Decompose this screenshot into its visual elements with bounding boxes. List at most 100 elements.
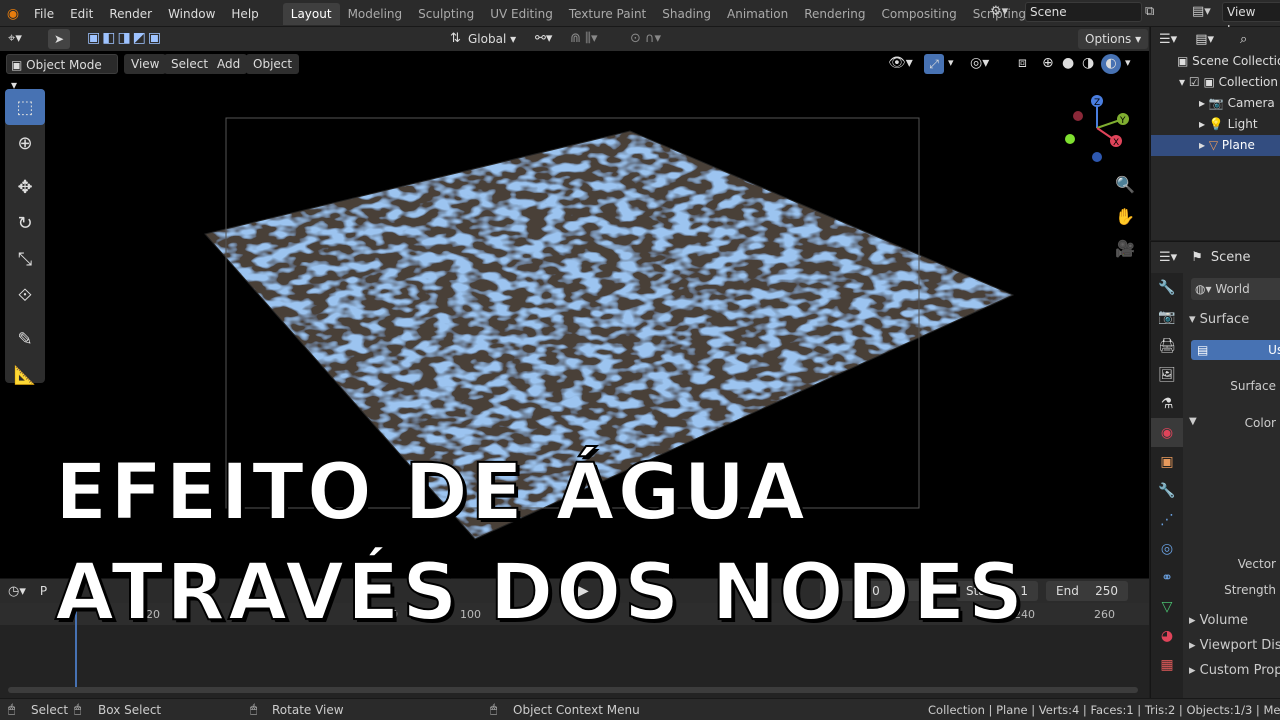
display-mode-icon[interactable]: ▤▾	[1195, 32, 1214, 47]
menu-render[interactable]: Render	[101, 3, 160, 25]
tab-sculpting[interactable]: Sculpting	[410, 3, 482, 25]
menu-file[interactable]: File	[26, 3, 62, 25]
viewport-display-panel[interactable]: ▸ Viewport Disp	[1189, 638, 1280, 653]
particles-tab-icon[interactable]: ⋰	[1151, 505, 1183, 534]
status-context-menu: Object Context Menu	[513, 703, 640, 717]
vector-label: Vector	[1237, 557, 1276, 571]
collection-icon: ▣	[1203, 75, 1215, 89]
view-layer-icon[interactable]: ▤▾	[1192, 4, 1211, 19]
scene-tab-icon[interactable]: ⚗	[1151, 389, 1183, 418]
outliner: ☰▾ ▤▾ ⌕ ▣ Scene Collection ▾ ☑ ▣ Collect…	[1150, 27, 1280, 240]
expand-icon[interactable]: ▾	[1179, 75, 1185, 89]
constraints-tab-icon[interactable]: ⚭	[1151, 563, 1183, 592]
move-tool-icon[interactable]: ✥	[5, 169, 45, 205]
view-layer-field[interactable]: View Laye	[1222, 2, 1280, 37]
material-tab-icon[interactable]: ◕	[1151, 621, 1183, 650]
top-bar: ◉ File Edit Render Window Help Layout Mo…	[0, 0, 1280, 37]
tab-modeling[interactable]: Modeling	[340, 3, 411, 25]
modifier-tab-icon[interactable]: 🔧	[1151, 476, 1183, 505]
mouse-middle-icon: 🖱	[74, 702, 82, 716]
status-box-select: Box Select	[98, 703, 162, 717]
search-icon[interactable]: ⌕	[1240, 32, 1247, 47]
world-dropdown[interactable]: ◍▾ World	[1191, 278, 1280, 300]
use-nodes-button[interactable]: ▤ Us	[1191, 340, 1280, 360]
surface-panel-header[interactable]: ▾ Surface	[1189, 312, 1249, 327]
expand-icon[interactable]: ▸	[1199, 96, 1205, 110]
navigation-gizmo[interactable]: Z Y X	[1060, 91, 1132, 163]
select-box-tool-icon[interactable]: ⬚	[5, 89, 45, 125]
output-tab-icon[interactable]: 🖨	[1151, 331, 1183, 360]
zoom-icon[interactable]: 🔍	[1113, 173, 1137, 197]
surface-label: Surface	[1230, 379, 1276, 393]
timeline-editor-icon[interactable]: ◷▾	[8, 584, 26, 599]
menu-help[interactable]: Help	[223, 3, 266, 25]
view-layer-tab-icon[interactable]: 🖼	[1151, 360, 1183, 389]
menu-window[interactable]: Window	[160, 3, 223, 25]
annotate-tool-icon[interactable]: ✎	[5, 321, 45, 357]
light-icon: 💡	[1208, 117, 1224, 131]
scene-icon: ⚑	[1191, 249, 1203, 265]
scene-field[interactable]: Scene	[1025, 2, 1142, 22]
color-expand-icon[interactable]: ▼	[1189, 416, 1197, 427]
rotate-tool-icon[interactable]: ↻	[5, 205, 45, 241]
outliner-item-scene-collection[interactable]: ▣ Scene Collection	[1151, 51, 1280, 72]
end-frame-field[interactable]: End 250	[1046, 581, 1128, 601]
overlay-title-line1: EFEITO DE ÁGUA	[54, 447, 809, 539]
svg-text:Y: Y	[1119, 116, 1126, 126]
render-tab-icon[interactable]: 📷	[1151, 302, 1183, 331]
cursor-tool-icon[interactable]: ⊕	[5, 125, 45, 161]
world-tab-icon[interactable]: ◉	[1151, 418, 1183, 447]
texture-tab-icon[interactable]: ▦	[1151, 650, 1183, 679]
properties-tabs: 🔧 📷 🖨 🖼 ⚗ ◉ ▣ 🔧 ⋰ ◎ ⚭ ▽ ◕ ▦	[1151, 273, 1183, 699]
status-bar: 🖱 Select 🖱 Box Select 🖱 Rotate View 🖱 Ob…	[0, 698, 1280, 720]
object-tab-icon[interactable]: ▣	[1151, 447, 1183, 476]
measure-tool-icon[interactable]: 📐	[5, 357, 45, 393]
scene-selector-icon[interactable]: ⚙▾	[990, 4, 1008, 19]
mouse-context-icon: 🖱	[490, 702, 498, 716]
tab-rendering[interactable]: Rendering	[796, 3, 873, 25]
tab-animation[interactable]: Animation	[719, 3, 796, 25]
volume-panel[interactable]: ▸ Volume	[1189, 613, 1248, 628]
tab-layout[interactable]: Layout	[282, 2, 340, 25]
outliner-item-collection[interactable]: ▾ ☑ ▣ Collection	[1151, 72, 1280, 93]
playback-menu[interactable]: P	[40, 584, 47, 598]
strength-label: Strength	[1224, 583, 1276, 597]
camera-view-icon[interactable]: 🎥	[1113, 237, 1137, 261]
status-select: Select	[31, 703, 69, 717]
mesh-icon: ▽	[1208, 138, 1219, 152]
mouse-left-icon: 🖱	[8, 702, 16, 716]
new-scene-icon[interactable]: ⧉	[1145, 4, 1154, 19]
physics-tab-icon[interactable]: ◎	[1151, 534, 1183, 563]
overlay-title-line2: ATRAVÉS DOS NODES	[54, 547, 1026, 639]
expand-icon[interactable]: ▸	[1199, 117, 1205, 131]
checkbox-icon[interactable]: ☑	[1189, 75, 1200, 89]
collection-icon: ▣	[1177, 54, 1189, 68]
blender-logo-icon[interactable]: ◉	[0, 6, 26, 22]
status-rotate-view: Rotate View	[272, 703, 344, 717]
tab-texture-paint[interactable]: Texture Paint	[561, 3, 654, 25]
data-tab-icon[interactable]: ▽	[1151, 592, 1183, 621]
scale-tool-icon[interactable]: ⤡	[5, 241, 45, 277]
expand-icon[interactable]: ▸	[1199, 138, 1205, 152]
properties-editor-icon[interactable]: ☰▾	[1159, 250, 1177, 265]
outliner-item-plane[interactable]: ▸ ▽ Plane	[1151, 135, 1280, 156]
timeline-scrollbar[interactable]	[8, 687, 1138, 693]
scene-statistics: Collection | Plane | Verts:4 | Faces:1 |…	[928, 703, 1280, 717]
outliner-editor-icon[interactable]: ☰▾	[1159, 32, 1177, 47]
transform-tool-icon[interactable]: ⟐	[5, 277, 45, 313]
tab-compositing[interactable]: Compositing	[873, 3, 964, 25]
mouse-right-icon: 🖱	[250, 702, 258, 716]
pan-hand-icon[interactable]: ✋	[1113, 205, 1137, 229]
ruler-tick: 260	[1094, 608, 1115, 621]
tab-shading[interactable]: Shading	[654, 3, 719, 25]
menu-edit[interactable]: Edit	[62, 3, 101, 25]
outliner-item-light[interactable]: ▸ 💡 Light	[1151, 114, 1280, 135]
custom-properties-panel[interactable]: ▸ Custom Prope	[1189, 663, 1280, 678]
tool-tab-icon[interactable]: 🔧	[1151, 273, 1183, 302]
color-label: Color	[1244, 416, 1276, 430]
toolbar: ⬚ ⊕ ✥ ↻ ⤡ ⟐ ✎ 📐	[5, 89, 45, 386]
svg-text:X: X	[1113, 138, 1119, 148]
camera-icon: 📷	[1208, 96, 1224, 110]
outliner-item-camera[interactable]: ▸ 📷 Camera	[1151, 93, 1280, 114]
tab-uv-editing[interactable]: UV Editing	[482, 3, 561, 25]
